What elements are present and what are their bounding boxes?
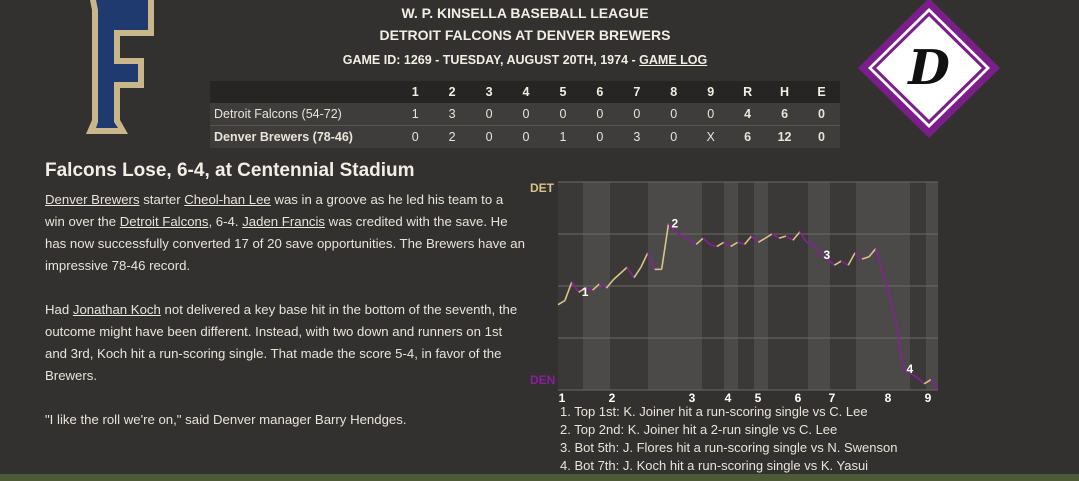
inning-cell: 0 [470,103,508,126]
scoring-play-item: 4. Bot 7th: J. Koch hit a run-scoring si… [560,458,869,473]
inning-cell: 0 [507,125,545,148]
game-log-link[interactable]: GAME LOG [639,53,707,67]
header-cell: 1 [396,81,434,103]
inning-cell: 0 [544,103,582,126]
inning-cell: 0 [655,125,693,148]
detroit-falcons-logo [86,0,154,134]
inning-cell: 0 [396,125,434,148]
inning-cell: 1 [396,103,434,126]
inning-cell: 3 [618,125,656,148]
inning-cell: 1 [544,125,582,148]
header-cell: 6 [581,81,619,103]
inning-cell: 0 [655,103,693,126]
inning-cell: X [692,125,730,148]
errors-cell: 0 [803,103,840,126]
inning-cell: 0 [470,125,508,148]
denver-brewers-logo: D [858,0,1000,138]
inning-cell: 0 [507,103,545,126]
header-cell: 3 [470,81,508,103]
player-link-francis[interactable]: Jaden Francis [242,214,325,229]
header-cell: E [803,81,840,103]
story-quote: "I like the roll we're on," said Denver … [45,412,407,427]
header-cell: R [729,81,767,103]
svg-text:D: D [906,40,950,96]
header-cell: 4 [507,81,545,103]
inning-cell: 0 [581,125,619,148]
box-score-row-away: Detroit Falcons (54-72) 1 3 0 0 0 0 0 0 … [210,103,840,126]
team-link-denver[interactable]: Denver Brewers [45,192,140,207]
scoring-play-item: 3. Bot 5th: J. Flores hit a run-scoring … [560,440,898,455]
scoring-play-marker: 2 [672,217,679,231]
box-score-row-home: Denver Brewers (78-46) 0 2 0 0 1 0 3 0 X… [210,125,840,148]
header-cell: H [766,81,804,103]
errors-cell: 0 [803,125,840,148]
inning-cell: 3 [433,103,471,126]
inning-cell: 0 [692,103,730,126]
story-text: starter [139,192,185,207]
story-text: , 6-4. [208,214,243,229]
scoring-play-marker: 3 [824,248,831,262]
runs-cell: 6 [729,125,767,148]
hits-cell: 6 [766,103,804,126]
header-cell [210,81,397,103]
header-cell: 8 [655,81,693,103]
scoring-play-item: 2. Top 2nd: K. Joiner hit a 2-run single… [560,422,838,437]
header-cell: 2 [433,81,471,103]
header-cell: 7 [618,81,656,103]
player-link-koch[interactable]: Jonathan Koch [73,302,161,317]
story-title: Falcons Lose, 6-4, at Centennial Stadium [45,160,415,181]
scoring-plays-list: 1. Top 1st: K. Joiner hit a run-scoring … [560,403,897,475]
player-link-lee[interactable]: Cheol-han Lee [184,192,271,207]
scoring-play-marker: 1 [582,285,589,299]
inning-cell: 2 [433,125,471,148]
header-cell: 5 [544,81,582,103]
header-cell: 9 [692,81,730,103]
runs-cell: 4 [729,103,767,126]
win-probability-chart: DET DEN 1234 123456789 [530,181,939,405]
hits-cell: 12 [766,125,804,148]
inning-cell: 0 [581,103,619,126]
team-name-cell: Denver Brewers (78-46) [210,125,397,148]
box-score-table: 1 2 3 4 5 6 7 8 9 R H E Detroit Falcons … [210,81,840,148]
chart-top-label: DET [530,181,555,195]
story-paragraph: Denver Brewers starter Cheol-han Lee was… [45,189,525,277]
game-id-text: GAME ID: 1269 - TUESDAY, AUGUST 20TH, 19… [342,53,636,67]
chart-bottom-label: DEN [530,373,555,387]
league-title: W. P. KINSELLA BASEBALL LEAGUE [401,5,649,21]
field-strip [0,474,1079,481]
story-text: Had [45,302,73,317]
story-paragraph: Had Jonathan Koch not delivered a key ba… [45,299,525,387]
matchup-title: DETROIT FALCONS AT DENVER BREWERS [379,27,671,43]
team-name-cell: Detroit Falcons (54-72) [210,103,397,126]
scoring-play-marker: 4 [906,362,913,376]
inning-tick-label: 9 [925,391,932,405]
inning-cell: 0 [618,103,656,126]
team-link-detroit[interactable]: Detroit Falcons [120,214,209,229]
scoring-play-item: 1. Top 1st: K. Joiner hit a run-scoring … [560,404,868,419]
game-id-line: GAME ID: 1269 - TUESDAY, AUGUST 20TH, 19… [210,53,840,67]
box-score-header-row: 1 2 3 4 5 6 7 8 9 R H E [210,81,840,103]
